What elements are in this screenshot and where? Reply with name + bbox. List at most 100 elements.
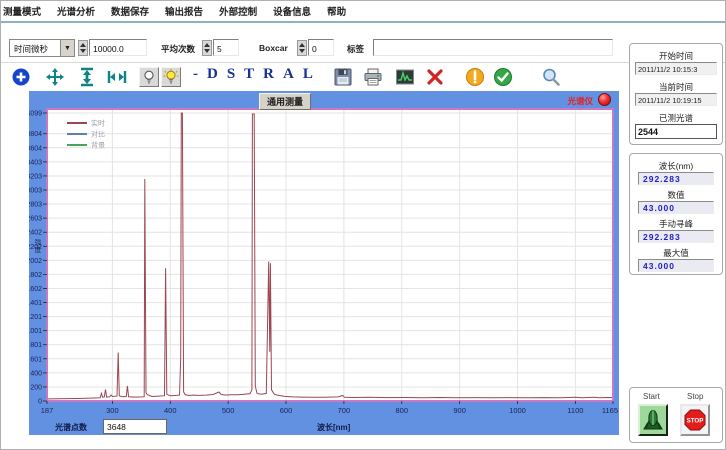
menu-item-3[interactable]: 输出报告 [165, 4, 203, 18]
svg-text:601: 601 [30, 356, 42, 363]
stop-sign-icon: STOP [683, 408, 707, 432]
manual-peak-value: 292.283 [638, 230, 714, 243]
svg-text:3203: 3203 [29, 173, 42, 180]
boxcar-spinner[interactable] [297, 40, 307, 56]
average-spinner[interactable] [202, 40, 212, 56]
svg-text:187: 187 [41, 406, 54, 415]
average-count-input[interactable] [213, 39, 239, 56]
time-group-box: 开始时间 2011/11/2 10:15:3 当前时间 2011/11/2 10… [629, 43, 723, 145]
print-icon[interactable] [363, 67, 383, 87]
svg-text:2803: 2803 [29, 202, 42, 209]
save-icon[interactable] [333, 67, 353, 87]
svg-text:900: 900 [453, 406, 466, 415]
svg-text:1001: 1001 [29, 328, 42, 335]
x-axis-title: 波长[nm] [317, 422, 350, 433]
svg-text:700: 700 [338, 406, 351, 415]
svg-text:3403: 3403 [29, 159, 42, 166]
measured-spectra-field: 2544 [635, 124, 717, 139]
confirm-check-icon[interactable] [493, 67, 513, 87]
integration-mode-select[interactable]: 时间微秒 ▼ [9, 39, 75, 57]
svg-text:400: 400 [164, 406, 177, 415]
integration-spinner[interactable] [78, 40, 88, 56]
svg-text:300: 300 [106, 406, 119, 415]
warning-info-icon[interactable] [465, 67, 485, 87]
svg-text:1165: 1165 [602, 406, 618, 415]
menu-item-5[interactable]: 设备信息 [273, 4, 311, 18]
spectrum-points-label: 光谱点数 [55, 422, 87, 433]
readings-group-box: 波长(nm) 292.283 数值 43.000 手动寻峰 292.283 最大… [629, 153, 723, 275]
svg-text:200: 200 [30, 384, 42, 391]
svg-text:3804: 3804 [29, 131, 42, 138]
status-led-indicator [598, 93, 611, 106]
toolbar: -DSTRAL [1, 64, 726, 92]
svg-text:800: 800 [396, 406, 409, 415]
menu-item-1[interactable]: 光谱分析 [57, 4, 95, 18]
manual-peak-label: 手动寻峰 [630, 218, 722, 230]
wavelength-value: 292.283 [638, 172, 714, 185]
value-label: 数值 [630, 189, 722, 201]
boxcar-input[interactable] [308, 39, 334, 56]
horizontal-scale-icon[interactable] [107, 67, 127, 87]
svg-text:背景: 背景 [91, 141, 105, 150]
add-zoom-icon[interactable] [11, 67, 31, 87]
menu-item-4[interactable]: 外部控制 [219, 4, 257, 18]
spectrum-view-icon[interactable] [395, 67, 415, 87]
chart-tab-title[interactable]: 通用测量 [259, 93, 311, 110]
max-value-value: 43.000 [638, 259, 714, 272]
tag-label: 标签 [347, 43, 364, 55]
integration-time-input[interactable] [89, 39, 147, 56]
svg-text:1000: 1000 [509, 406, 526, 415]
svg-text:1602: 1602 [29, 286, 42, 293]
start-label: Start [643, 392, 660, 401]
lamp-off-icon[interactable] [139, 67, 159, 87]
svg-text:500: 500 [222, 406, 235, 415]
start-lamp-icon [641, 407, 665, 433]
close-delete-icon[interactable] [425, 67, 445, 87]
svg-text:STOP: STOP [687, 418, 704, 425]
svg-text:3604: 3604 [29, 145, 42, 152]
vertical-scale-icon[interactable] [77, 67, 97, 87]
max-value-label: 最大值 [630, 247, 722, 259]
svg-text:1802: 1802 [29, 272, 42, 279]
boxcar-label: Boxcar [259, 43, 288, 53]
start-time-label: 开始时间 [630, 50, 722, 62]
svg-text:实时: 实时 [91, 119, 105, 128]
svg-text:600: 600 [280, 406, 293, 415]
current-time-field: 2011/11/2 10:19:15 [635, 93, 717, 106]
chart-panel: 0200400601801100112011401160218022002220… [29, 91, 619, 435]
value-value: 43.000 [638, 201, 714, 214]
dstral-letter-buttons[interactable]: -DSTRAL [193, 66, 322, 83]
spectrum-plot[interactable]: 0200400601801100112011401160218022002220… [29, 91, 619, 435]
svg-text:1201: 1201 [29, 314, 42, 321]
svg-text:4099: 4099 [29, 111, 42, 118]
pan-move-icon[interactable] [45, 67, 65, 87]
run-control-box: Start Stop STOP [629, 387, 723, 443]
start-time-field: 2011/11/2 10:15:3 [635, 62, 717, 75]
integration-mode-value: 时间微秒 [10, 40, 60, 56]
svg-text:2002: 2002 [29, 258, 42, 265]
tag-input[interactable] [373, 39, 613, 56]
average-count-label: 平均次数 [161, 43, 195, 55]
svg-text:400: 400 [30, 370, 42, 377]
svg-text:3003: 3003 [29, 188, 42, 195]
spectrum-points-input[interactable] [103, 419, 167, 434]
y-axis-title: 强度 [31, 239, 41, 254]
current-time-label: 当前时间 [630, 81, 722, 93]
stop-button[interactable]: STOP [680, 404, 710, 436]
menu-item-2[interactable]: 数据保存 [111, 4, 149, 18]
wavelength-label: 波长(nm) [630, 160, 722, 172]
lamp-on-icon[interactable] [161, 67, 181, 87]
spectrometer-app: 测量模式 光谱分析 数据保存 输出报告 外部控制 设备信息 帮助 时间微秒 ▼ 平均次数 B… [0, 0, 726, 450]
svg-text:2402: 2402 [29, 230, 42, 237]
svg-text:801: 801 [30, 342, 42, 349]
start-button[interactable] [638, 404, 668, 436]
menu-item-0[interactable]: 测量模式 [3, 4, 41, 18]
stop-label: Stop [687, 392, 703, 401]
measured-spectra-label: 已测光谱 [630, 112, 722, 124]
menu-bar: 测量模式 光谱分析 数据保存 输出报告 外部控制 设备信息 帮助 [1, 1, 726, 23]
svg-text:1100: 1100 [567, 406, 583, 415]
svg-text:对比: 对比 [91, 130, 105, 139]
search-icon[interactable] [541, 67, 561, 87]
menu-item-6[interactable]: 帮助 [327, 4, 346, 18]
chevron-down-icon[interactable]: ▼ [60, 40, 74, 56]
